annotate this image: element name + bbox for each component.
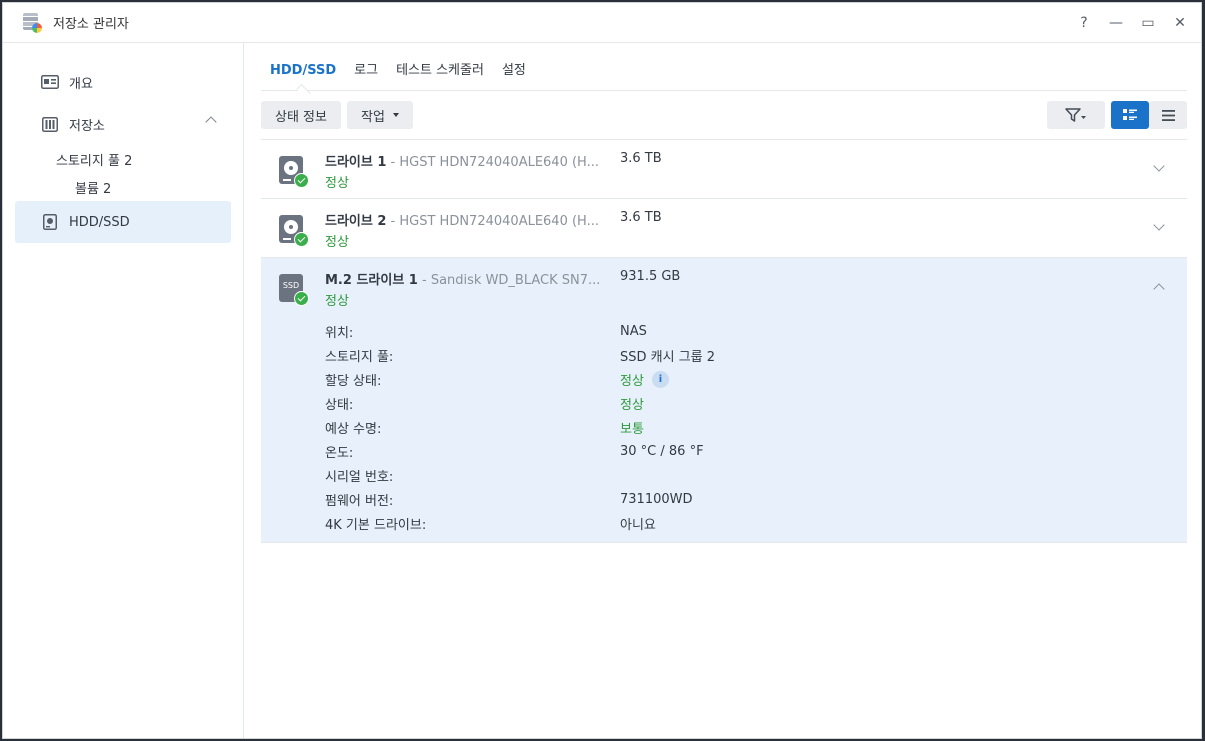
detail-value: SSD 캐시 그룹 2 bbox=[620, 349, 716, 365]
status-info-label: 상태 정보 bbox=[275, 109, 327, 125]
detail-list-icon bbox=[1123, 109, 1137, 120]
sidebar-label-overview: 개요 bbox=[69, 76, 93, 92]
action-dropdown-button[interactable]: 작업 bbox=[346, 101, 413, 129]
hdd-icon bbox=[41, 214, 59, 230]
hdd-drive-icon bbox=[279, 215, 309, 247]
toolbar: 상태 정보 작업 bbox=[261, 91, 1187, 139]
sidebar-label-storage: 저장소 bbox=[69, 118, 105, 134]
title-bar: 저장소 관리자 ? — ▭ ✕ bbox=[3, 3, 1201, 43]
caret-down-icon bbox=[392, 113, 399, 117]
overview-icon bbox=[41, 74, 59, 90]
info-icon[interactable]: i bbox=[651, 370, 669, 388]
filter-icon bbox=[1065, 108, 1086, 122]
maximize-button[interactable]: ▭ bbox=[1141, 15, 1155, 31]
detail-row-4k-native: 4K 기본 드라이브: 아니요 bbox=[325, 511, 1187, 535]
chevron-up-icon[interactable] bbox=[1153, 283, 1165, 295]
drive-model: - HGST HDN724040ALE640 (H... bbox=[386, 214, 599, 229]
drive-title: M.2 드라이브 1 bbox=[325, 273, 418, 288]
sidebar-item-volume[interactable]: 볼륨 2 bbox=[3, 173, 243, 201]
list-item-drive-1[interactable]: 드라이브 1 - HGST HDN724040ALE640 (H... 정상 3… bbox=[261, 140, 1187, 199]
sidebar-item-overview[interactable]: 개요 bbox=[15, 61, 231, 103]
tab-test-scheduler[interactable]: 테스트 스케줄러 bbox=[387, 59, 493, 90]
drive-details: 위치: NAS 스토리지 풀: SSD 캐시 그룹 2 할당 상태: 정상 i 상태: 정… bbox=[325, 319, 1187, 535]
hdd-drive-icon bbox=[279, 156, 309, 188]
detail-row-allocation-status: 할당 상태: 정상 i bbox=[325, 367, 1187, 391]
check-icon bbox=[294, 173, 309, 188]
detail-row-location: 위치: NAS bbox=[325, 319, 1187, 343]
action-label: 작업 bbox=[360, 109, 385, 125]
detail-label: 4K 기본 드라이브: bbox=[325, 517, 427, 533]
detail-value: 정상 bbox=[620, 397, 644, 413]
sidebar-item-storage-pool[interactable]: 스토리지 풀 2 bbox=[3, 145, 243, 173]
detail-row-status: 상태: 정상 bbox=[325, 391, 1187, 415]
chevron-up-icon[interactable] bbox=[205, 116, 217, 128]
ssd-drive-icon: SSD bbox=[279, 274, 309, 306]
tab-log[interactable]: 로그 bbox=[345, 59, 387, 90]
drive-size: 931.5 GB bbox=[620, 269, 681, 284]
storage-icon bbox=[41, 116, 59, 132]
list-icon bbox=[1161, 109, 1175, 121]
allocation-status-value: 정상 bbox=[620, 373, 644, 389]
detail-label: 상태: bbox=[325, 397, 354, 413]
help-button[interactable]: ? bbox=[1077, 15, 1091, 31]
check-icon bbox=[294, 291, 309, 306]
drive-status: 정상 bbox=[325, 294, 349, 309]
detail-row-temperature: 온도: 30 °C / 86 °F bbox=[325, 439, 1187, 463]
filter-button[interactable] bbox=[1047, 101, 1105, 129]
drive-size: 3.6 TB bbox=[620, 210, 662, 225]
drive-status: 정상 bbox=[325, 176, 349, 191]
main-panel: HDD/SSD 로그 테스트 스케줄러 설정 상태 정보 작업 드라이브 1 -… bbox=[261, 43, 1187, 738]
detail-label: 스토리지 풀: bbox=[325, 349, 394, 365]
tab-hddssd[interactable]: HDD/SSD bbox=[261, 63, 345, 90]
drive-model: - HGST HDN724040ALE640 (H... bbox=[386, 155, 599, 170]
detail-row-storage-pool: 스토리지 풀: SSD 캐시 그룹 2 bbox=[325, 343, 1187, 367]
drive-list: 드라이브 1 - HGST HDN724040ALE640 (H... 정상 3… bbox=[261, 139, 1187, 543]
list-item-m2-drive-1[interactable]: SSD M.2 드라이브 1 - Sandisk WD_BLACK SN7...… bbox=[261, 258, 1187, 543]
sidebar-label-volume: 볼륨 2 bbox=[75, 181, 112, 197]
detail-label: 할당 상태: bbox=[325, 373, 382, 389]
detail-label: 시리얼 번호: bbox=[325, 469, 394, 485]
detail-label: 온도: bbox=[325, 445, 354, 461]
detail-value: 731100WD bbox=[620, 491, 693, 507]
drive-size: 3.6 TB bbox=[620, 151, 662, 166]
sidebar-item-hddssd[interactable]: HDD/SSD bbox=[15, 201, 231, 243]
list-item-drive-2[interactable]: 드라이브 2 - HGST HDN724040ALE640 (H... 정상 3… bbox=[261, 199, 1187, 258]
check-icon bbox=[294, 232, 309, 247]
detail-list-view-button[interactable] bbox=[1111, 101, 1149, 129]
window-title: 저장소 관리자 bbox=[53, 17, 129, 32]
sidebar: 개요 저장소 스토리지 풀 2 볼륨 2 HDD/SSD bbox=[3, 43, 244, 738]
drive-name: 드라이브 1 - HGST HDN724040ALE640 (H... bbox=[325, 151, 610, 170]
tab-bar: HDD/SSD 로그 테스트 스케줄러 설정 bbox=[261, 43, 1187, 91]
drive-status: 정상 bbox=[325, 235, 349, 250]
tab-settings[interactable]: 설정 bbox=[493, 59, 535, 90]
detail-value: 아니요 bbox=[620, 517, 656, 533]
storage-manager-window: 저장소 관리자 ? — ▭ ✕ 개요 저장소 스토리지 풀 2 볼륨 2 HDD… bbox=[2, 2, 1202, 739]
sidebar-label-pool: 스토리지 풀 2 bbox=[56, 153, 133, 169]
detail-value: 보통 bbox=[620, 421, 644, 437]
detail-label: 펌웨어 버전: bbox=[325, 493, 394, 509]
chevron-down-icon[interactable] bbox=[1153, 160, 1165, 172]
detail-label: 위치: bbox=[325, 325, 354, 341]
drive-name: 드라이브 2 - HGST HDN724040ALE640 (H... bbox=[325, 210, 610, 229]
drive-name: M.2 드라이브 1 - Sandisk WD_BLACK SN7... bbox=[325, 269, 610, 288]
minimize-button[interactable]: — bbox=[1109, 15, 1123, 31]
sidebar-item-storage[interactable]: 저장소 bbox=[15, 103, 231, 145]
detail-value: 정상 i bbox=[620, 370, 669, 389]
drive-title: 드라이브 2 bbox=[325, 214, 387, 229]
detail-value: 30 °C / 86 °F bbox=[620, 443, 704, 459]
drive-model: - Sandisk WD_BLACK SN7... bbox=[417, 273, 601, 288]
detail-label: 예상 수명: bbox=[325, 421, 382, 437]
close-button[interactable]: ✕ bbox=[1173, 15, 1187, 31]
detail-row-firmware: 펌웨어 버전: 731100WD bbox=[325, 487, 1187, 511]
chevron-down-icon[interactable] bbox=[1153, 219, 1165, 231]
detail-row-serial: 시리얼 번호: bbox=[325, 463, 1187, 487]
storage-manager-app-icon bbox=[21, 12, 43, 34]
drive-title: 드라이브 1 bbox=[325, 155, 387, 170]
detail-value: NAS bbox=[620, 323, 647, 339]
detail-row-lifespan: 예상 수명: 보통 bbox=[325, 415, 1187, 439]
sidebar-label-hddssd: HDD/SSD bbox=[69, 214, 130, 230]
status-info-button[interactable]: 상태 정보 bbox=[261, 101, 341, 129]
compact-list-view-button[interactable] bbox=[1149, 101, 1187, 129]
